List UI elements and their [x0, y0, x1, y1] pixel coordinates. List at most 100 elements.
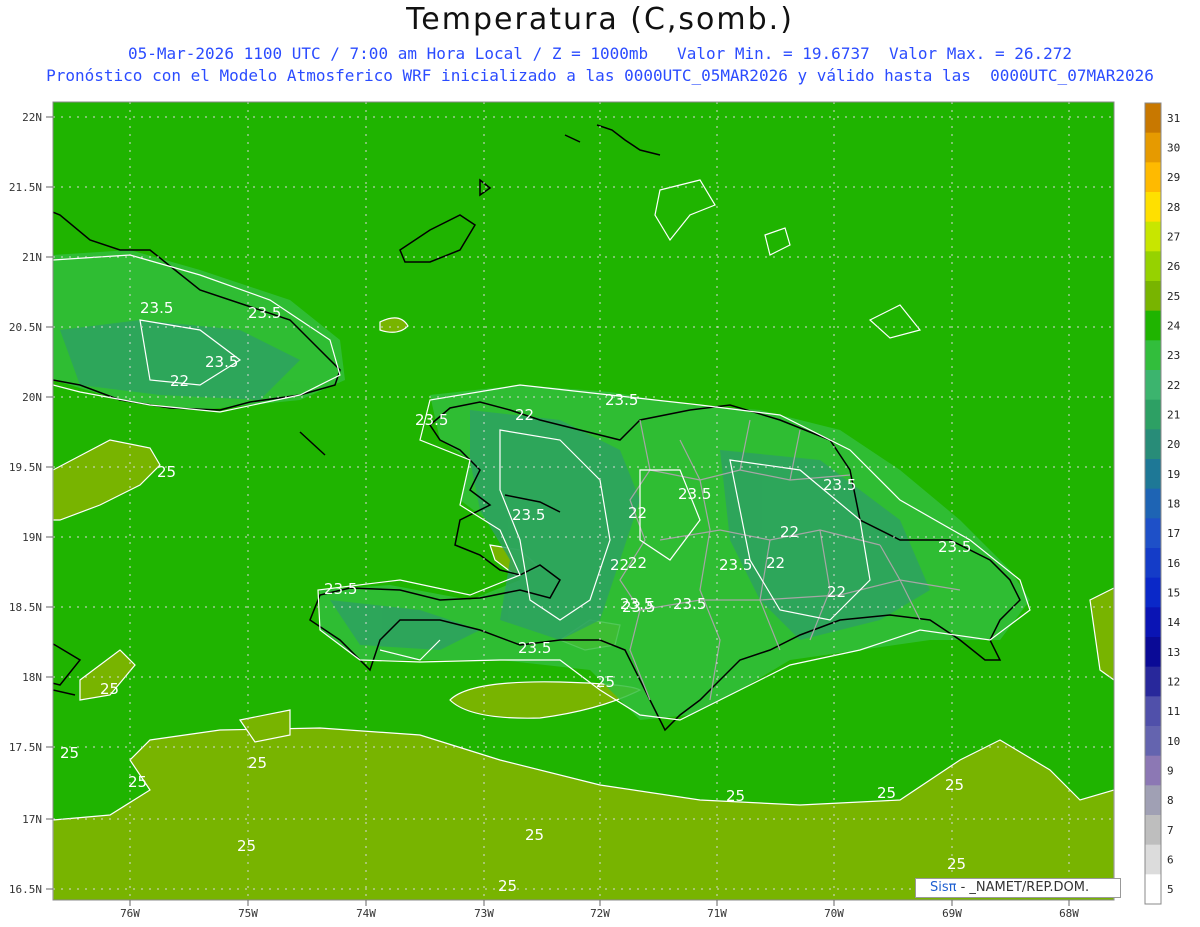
contour-label: 22 — [628, 504, 647, 522]
colorbar-label: 19 — [1167, 468, 1180, 481]
colorbar-label: 11 — [1167, 705, 1180, 718]
colorbar-swatch — [1145, 488, 1161, 519]
contour-label: 23.5 — [518, 639, 551, 657]
longitude-axis: 76W 75W 74W 73W 72W 71W 70W 69W 68W — [120, 900, 1079, 920]
contour-label: 23.5 — [248, 304, 281, 322]
contour-label: 25 — [945, 776, 964, 794]
contour-label: 25 — [100, 680, 119, 698]
colorbar-label: 12 — [1167, 676, 1180, 689]
colorbar-label: 15 — [1167, 587, 1180, 600]
colorbar-swatch — [1145, 548, 1161, 579]
colorbar-label: 26 — [1167, 260, 1180, 273]
colorbar-swatch — [1145, 874, 1161, 905]
colorbar-swatch — [1145, 459, 1161, 490]
colorbar-label: 20 — [1167, 438, 1180, 451]
contour-label: 22 — [610, 556, 629, 574]
colorbar-swatch — [1145, 162, 1161, 193]
contour-label: 22 — [170, 372, 189, 390]
contour-label: 23.5 — [415, 411, 448, 429]
colorbar-label: 30 — [1167, 142, 1180, 155]
colorbar-swatch — [1145, 577, 1161, 608]
colorbar-label: 6 — [1167, 854, 1174, 867]
lon-tick-label: 75W — [238, 907, 258, 920]
contour-label: 23.5 — [140, 299, 173, 317]
colorbar-swatch — [1145, 607, 1161, 638]
colorbar-label: 17 — [1167, 527, 1180, 540]
lon-tick-label: 74W — [356, 907, 376, 920]
contour-label: 22 — [827, 583, 846, 601]
colorbar-swatch — [1145, 370, 1161, 401]
lat-tick-label: 17.5N — [9, 741, 42, 754]
contour-label: 22 — [780, 523, 799, 541]
lat-tick-label: 17N — [22, 813, 42, 826]
lon-tick-label: 72W — [590, 907, 610, 920]
colorbar-label: 16 — [1167, 557, 1180, 570]
colorbar-swatch — [1145, 726, 1161, 757]
contour-label: 23.5 — [205, 353, 238, 371]
contour-label: 23.5 — [938, 538, 971, 556]
colorbar-swatch — [1145, 637, 1161, 668]
colorbar-swatch — [1145, 429, 1161, 460]
temperature-map: 23.5 23.5 23.5 22 23.5 22 25 23.5 23.5 2… — [9, 101, 1181, 920]
colorbar-swatch — [1145, 518, 1161, 549]
credit-text: - _NAMET/REP.DOM. — [960, 880, 1090, 895]
lat-tick-label: 18.5N — [9, 601, 42, 614]
colorbar-label: 27 — [1167, 231, 1180, 244]
contour-label: 25 — [128, 773, 147, 791]
colorbar-label: 9 — [1167, 765, 1174, 778]
lon-tick-label: 69W — [942, 907, 962, 920]
contour-label: 25 — [947, 855, 966, 873]
lon-tick-label: 76W — [120, 907, 140, 920]
colorbar-label: 7 — [1167, 824, 1174, 837]
colorbar-swatch — [1145, 696, 1161, 727]
contour-label: 25 — [60, 744, 79, 762]
colorbar-swatch — [1145, 399, 1161, 430]
colorbar-swatch — [1145, 755, 1161, 786]
colorbar-label: 10 — [1167, 735, 1180, 748]
contour-label: 22 — [766, 554, 785, 572]
contour-label: 23.5 — [823, 476, 856, 494]
contour-label: 25 — [498, 877, 517, 895]
lat-tick-label: 19N — [22, 531, 42, 544]
contour-label: 23.5 — [605, 391, 638, 409]
colorbar-swatch — [1145, 103, 1161, 134]
contour-label: 23.5 — [673, 595, 706, 613]
colorbar-label: 24 — [1167, 320, 1181, 333]
lat-tick-label: 21N — [22, 251, 42, 264]
colorbar-label: 23 — [1167, 349, 1180, 362]
lat-tick-label: 16.5N — [9, 883, 42, 896]
contour-label: 23.5 — [324, 580, 357, 598]
contour-label: 25 — [525, 826, 544, 844]
lon-tick-label: 70W — [824, 907, 844, 920]
colorbar-swatch — [1145, 785, 1161, 816]
contour-label: 22 — [628, 554, 647, 572]
contour-label: 25 — [157, 463, 176, 481]
contour-label: 25 — [726, 787, 745, 805]
lat-tick-label: 21.5N — [9, 181, 42, 194]
lat-tick-label: 20N — [22, 391, 42, 404]
sispi-logo: Sisπ — [930, 880, 957, 895]
colorbar-swatch — [1145, 340, 1161, 371]
contour-label: 23.5 — [512, 506, 545, 524]
colorbar-label: 29 — [1167, 171, 1180, 184]
colorbar-swatch — [1145, 815, 1161, 846]
colorbar-label: 14 — [1167, 616, 1181, 629]
colorbar-label: 13 — [1167, 646, 1180, 659]
lat-tick-label: 20.5N — [9, 321, 42, 334]
colorbar-swatch — [1145, 310, 1161, 341]
colorbar-swatch — [1145, 844, 1161, 875]
lat-tick-label: 22N — [22, 111, 42, 124]
lat-tick-label: 19.5N — [9, 461, 42, 474]
contour-label: 23.5 — [678, 485, 711, 503]
colorbar-label: 22 — [1167, 379, 1180, 392]
colorbar-swatch — [1145, 132, 1161, 163]
lon-tick-label: 73W — [474, 907, 494, 920]
lat-tick-label: 18N — [22, 671, 42, 684]
lon-tick-label: 68W — [1059, 907, 1079, 920]
colorbar-label: 31 — [1167, 112, 1180, 125]
contour-label: 25 — [237, 837, 256, 855]
colorbar-label: 8 — [1167, 794, 1174, 807]
credit-box: Sisπ - _NAMET/REP.DOM. — [915, 878, 1121, 898]
contour-label: 25 — [877, 784, 896, 802]
contour-label: 25 — [596, 673, 615, 691]
